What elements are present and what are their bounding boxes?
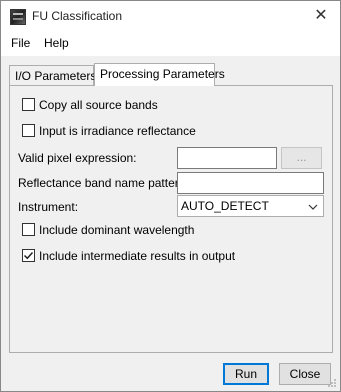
menu-bar: File Help [1,32,340,56]
close-icon[interactable]: ✕ [312,7,330,25]
instrument-select[interactable]: AUTO_DETECT [177,195,324,217]
reflectance-pattern-input[interactable] [177,172,324,194]
tab-io-parameters[interactable]: I/O Parameters [9,65,96,85]
close-button[interactable]: Close [279,363,331,385]
valid-pixel-expression-input[interactable] [177,147,277,169]
intermediate-results-label: Include intermediate results in output [39,249,236,263]
menu-help[interactable]: Help [44,36,69,50]
valid-pixel-expression-label: Valid pixel expression: [18,151,137,165]
dominant-wavelength-checkbox[interactable] [22,223,35,236]
run-button[interactable]: Run [223,363,269,385]
reflectance-pattern-label: Reflectance band name pattern: [18,176,189,190]
dialog-window: FU Classification ✕ File Help I/O Parame… [0,0,341,392]
snap-app-icon [10,9,26,25]
copy-source-bands-checkbox[interactable] [22,98,35,111]
checkmark-icon [23,251,34,260]
menu-file[interactable]: File [11,36,30,50]
intermediate-results-checkbox[interactable] [22,249,35,262]
copy-source-bands-label: Copy all source bands [39,98,158,112]
irradiance-reflectance-label: Input is irradiance reflectance [39,124,196,138]
expression-editor-button[interactable]: ... [281,147,322,169]
irradiance-reflectance-checkbox[interactable] [22,124,35,137]
processing-parameters-panel: Copy all source bands Input is irradianc… [9,85,333,353]
dominant-wavelength-label: Include dominant wavelength [39,223,195,237]
tab-processing-parameters[interactable]: Processing Parameters [94,63,225,86]
resize-grip-icon[interactable] [327,378,337,388]
instrument-value: AUTO_DETECT [181,199,269,213]
instrument-label: Instrument: [18,200,79,214]
title-bar: FU Classification ✕ [1,1,340,32]
window-title: FU Classification [32,9,123,23]
chevron-down-icon [308,201,318,215]
